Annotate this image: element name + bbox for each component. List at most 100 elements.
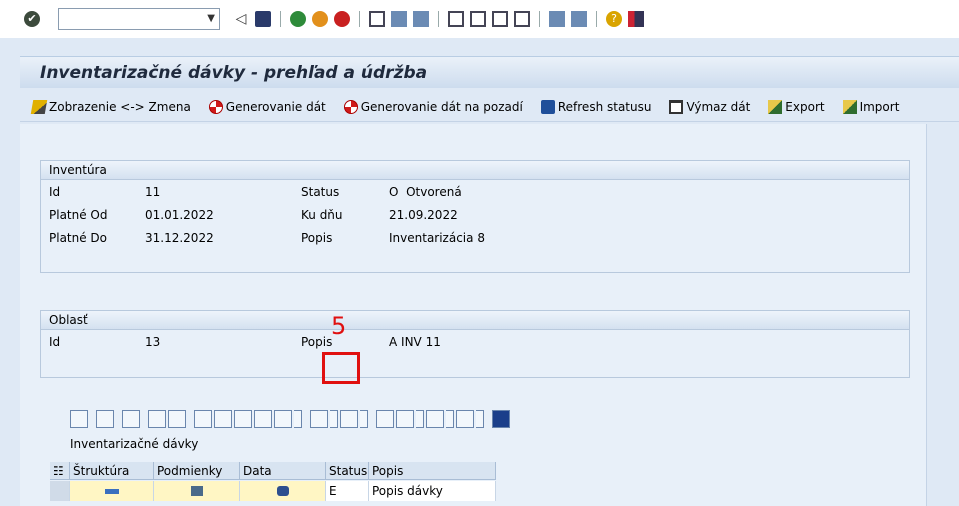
grid-title: Inventarizačné dávky [70, 437, 199, 451]
find-icon[interactable] [234, 410, 252, 428]
print-icon[interactable] [369, 11, 385, 27]
title-bar: Inventarizačné dávky - prehľad a údržba [20, 56, 959, 88]
details-icon[interactable] [70, 410, 88, 428]
structure-icon [104, 488, 119, 494]
inventura-row-3: Platné Do 31.12.2022 Popis Inventarizáci… [49, 228, 889, 248]
find-icon[interactable] [391, 11, 407, 27]
next-page-icon[interactable] [492, 11, 508, 27]
refresh-icon [540, 99, 555, 114]
select-all-icon[interactable]: ☷ [50, 462, 70, 479]
chevron-down-icon[interactable] [294, 410, 302, 428]
delete-data-button[interactable]: Výmaz dát [669, 99, 750, 114]
column-header[interactable]: Štruktúra [70, 462, 154, 479]
highlight-box [322, 352, 360, 384]
import-icon [842, 99, 857, 114]
save-icon[interactable] [255, 11, 271, 27]
column-header[interactable]: Data [240, 462, 326, 479]
system-toolbar: ✔ ▼ ◁ ? [0, 0, 959, 38]
column-header[interactable]: Popis [369, 462, 496, 479]
prev-page-icon[interactable] [470, 11, 486, 27]
page-title: Inventarizačné dávky - prehľad a údržba [40, 63, 428, 83]
date-label: Ku dňu [301, 208, 343, 222]
oblast-id-value: 13 [145, 335, 161, 349]
back-arrow-icon[interactable]: ◁ [233, 11, 249, 27]
structure-cell[interactable] [70, 481, 154, 501]
layout-menu-icon[interactable] [628, 11, 644, 27]
help-icon[interactable]: ? [606, 11, 622, 27]
id-label: Id [49, 185, 61, 199]
trash-icon [669, 99, 684, 114]
sort-ascending-icon[interactable] [194, 410, 212, 428]
chevron-down-icon[interactable] [476, 410, 484, 428]
filter-icon[interactable] [274, 410, 292, 428]
group-header: Inventúra [41, 161, 909, 180]
command-field[interactable]: ▼ [58, 8, 220, 30]
exit-icon[interactable] [312, 11, 328, 27]
description-cell[interactable]: Popis dávky [369, 481, 496, 501]
date-value: 21.09.2022 [389, 208, 458, 222]
find-next-icon[interactable] [254, 410, 272, 428]
grid-toolbar [70, 408, 512, 430]
status-label: Status [301, 185, 340, 199]
row-selector[interactable] [50, 481, 70, 501]
chevron-down-icon[interactable]: ▼ [207, 13, 215, 24]
valid-from-label: Platné Od [49, 208, 108, 222]
shortcut-icon[interactable] [571, 11, 587, 27]
print-preview-icon[interactable] [376, 410, 394, 428]
first-page-icon[interactable] [448, 11, 464, 27]
group-header: Oblasť [41, 311, 909, 330]
layout-icon[interactable] [456, 410, 474, 428]
valid-to-value: 31.12.2022 [145, 231, 214, 245]
sum-icon[interactable] [310, 410, 328, 428]
grid-header: ☷ Štruktúra Podmienky Data Status Popis [50, 462, 496, 480]
step-annotation: 5 [331, 312, 347, 340]
sort-descending-icon[interactable] [214, 410, 232, 428]
last-page-icon[interactable] [514, 11, 530, 27]
subtotal-icon[interactable] [340, 410, 358, 428]
chevron-down-icon[interactable] [330, 410, 338, 428]
oblast-row-1: Id 13 Popis A INV 11 [49, 332, 889, 352]
column-header[interactable]: Podmienky [154, 462, 240, 479]
desc-label: Popis [301, 231, 333, 245]
chevron-down-icon[interactable] [360, 410, 368, 428]
export-icon[interactable] [426, 410, 444, 428]
table-row[interactable]: E Popis dávky [50, 481, 496, 501]
delete-row-icon[interactable] [168, 410, 186, 428]
find-next-icon[interactable] [413, 11, 429, 27]
enter-check-icon[interactable]: ✔ [24, 11, 40, 27]
cancel-icon[interactable] [334, 11, 350, 27]
new-session-icon[interactable] [549, 11, 565, 27]
back-icon[interactable] [290, 11, 306, 27]
refresh-icon[interactable] [96, 410, 114, 428]
import-button[interactable]: Import [842, 99, 899, 114]
chevron-down-icon[interactable] [416, 410, 424, 428]
desc-value: Inventarizácia 8 [389, 231, 485, 245]
oblast-id-label: Id [49, 335, 61, 349]
chevron-down-icon[interactable] [446, 410, 454, 428]
inventura-row-1: Id 11 Status O Otvorená [49, 182, 889, 202]
pencil-glasses-icon [30, 99, 48, 114]
export-button[interactable]: Export [768, 99, 825, 114]
generate-data-button[interactable]: Generovanie dát [208, 99, 326, 114]
column-header[interactable]: Status [326, 462, 369, 479]
generate-background-button[interactable]: Generovanie dát na pozadí [343, 99, 523, 114]
conditions-cell[interactable] [154, 481, 240, 501]
display-change-button[interactable]: Zobrazenie <-> Zmena [30, 99, 191, 114]
main-area: Inventúra Id 11 Status O Otvorená Platné… [20, 124, 927, 506]
info-icon[interactable] [492, 410, 510, 428]
id-value: 11 [145, 185, 161, 199]
export-icon [768, 99, 783, 114]
new-row-icon[interactable] [148, 410, 166, 428]
refresh-status-button[interactable]: Refresh statusu [540, 99, 651, 114]
inventura-row-2: Platné Od 01.01.2022 Ku dňu 21.09.2022 [49, 205, 889, 225]
oblast-desc-value: A INV 11 [389, 335, 441, 349]
conditions-icon [190, 486, 203, 496]
status-value: O Otvorená [389, 185, 462, 199]
valid-from-value: 01.01.2022 [145, 208, 214, 222]
clipboard-icon[interactable] [122, 410, 140, 428]
execute-background-icon [343, 99, 358, 114]
views-icon[interactable] [396, 410, 414, 428]
oblast-group: Oblasť Id 13 Popis A INV 11 [40, 310, 910, 378]
data-cell[interactable] [240, 481, 326, 501]
status-cell[interactable]: E [326, 481, 369, 501]
